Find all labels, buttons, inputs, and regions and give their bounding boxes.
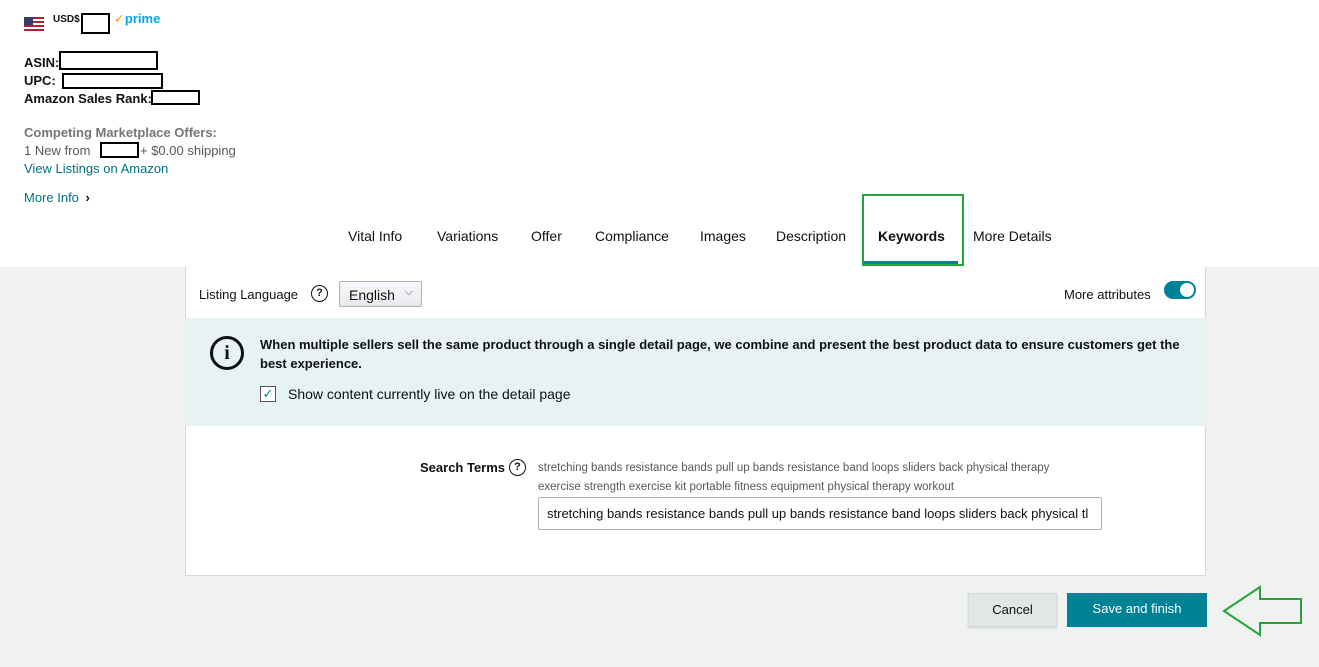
tab-description[interactable]: Description xyxy=(776,228,846,244)
tab-vital-info[interactable]: Vital Info xyxy=(348,228,402,244)
chevron-right-icon: › xyxy=(85,190,90,205)
tab-variations[interactable]: Variations xyxy=(437,228,498,244)
search-terms-help-icon[interactable]: ? xyxy=(509,459,526,476)
pointer-arrow-icon xyxy=(1222,585,1302,637)
search-terms-label: Search Terms xyxy=(420,460,506,475)
tab-images[interactable]: Images xyxy=(700,228,746,244)
tab-offer[interactable]: Offer xyxy=(531,228,562,244)
us-flag-icon xyxy=(24,17,44,31)
prime-check-icon: ✓ xyxy=(114,11,125,26)
more-attributes-label: More attributes xyxy=(1064,287,1151,302)
info-message: When multiple sellers sell the same prod… xyxy=(260,337,1180,371)
listing-language-label: Listing Language xyxy=(199,287,299,302)
highlight-box xyxy=(862,194,964,266)
redacted-price xyxy=(81,13,110,34)
search-terms-live-value: stretching bands resistance bands pull u… xyxy=(538,462,1050,493)
language-value: English xyxy=(349,287,395,303)
cancel-button[interactable]: Cancel xyxy=(968,593,1057,627)
help-icon[interactable]: ? xyxy=(311,285,328,302)
tab-more-details[interactable]: More Details xyxy=(973,228,1052,244)
save-and-finish-button[interactable]: Save and finish xyxy=(1067,593,1207,627)
asin-label: ASIN: xyxy=(24,55,60,70)
search-terms-input[interactable]: stretching bands resistance bands pull u… xyxy=(538,497,1102,530)
currency-label: USD$ xyxy=(53,14,80,25)
more-info-link[interactable]: More Info › xyxy=(24,190,90,205)
redacted-sales-rank xyxy=(151,90,200,105)
upc-label: UPC: xyxy=(24,73,56,88)
more-attributes-toggle[interactable] xyxy=(1164,281,1196,299)
more-info-label: More Info xyxy=(24,190,79,205)
product-summary: USD$ ✓prime ASIN: UPC: Amazon Sales Rank… xyxy=(0,0,1319,267)
competing-offers-label: Competing Marketplace Offers: xyxy=(24,125,217,140)
sales-rank-label: Amazon Sales Rank: xyxy=(24,91,152,106)
language-select[interactable]: English ⌵ xyxy=(339,281,422,307)
tab-compliance[interactable]: Compliance xyxy=(595,228,669,244)
redacted-asin xyxy=(59,51,158,70)
shipping-text: + $0.00 shipping xyxy=(140,143,236,158)
show-live-content-checkbox[interactable]: ✓ xyxy=(260,386,276,402)
redacted-upc xyxy=(62,73,163,89)
view-listings-link[interactable]: View Listings on Amazon xyxy=(24,161,168,176)
redacted-offer-price xyxy=(100,142,139,158)
prime-badge: ✓prime xyxy=(114,11,160,27)
prime-label: prime xyxy=(124,11,161,26)
chevron-down-icon: ⌵ xyxy=(404,286,413,298)
new-offers-text: 1 New from xyxy=(24,143,91,158)
show-live-content-label: Show content currently live on the detai… xyxy=(288,386,571,402)
info-icon: i xyxy=(210,336,244,370)
